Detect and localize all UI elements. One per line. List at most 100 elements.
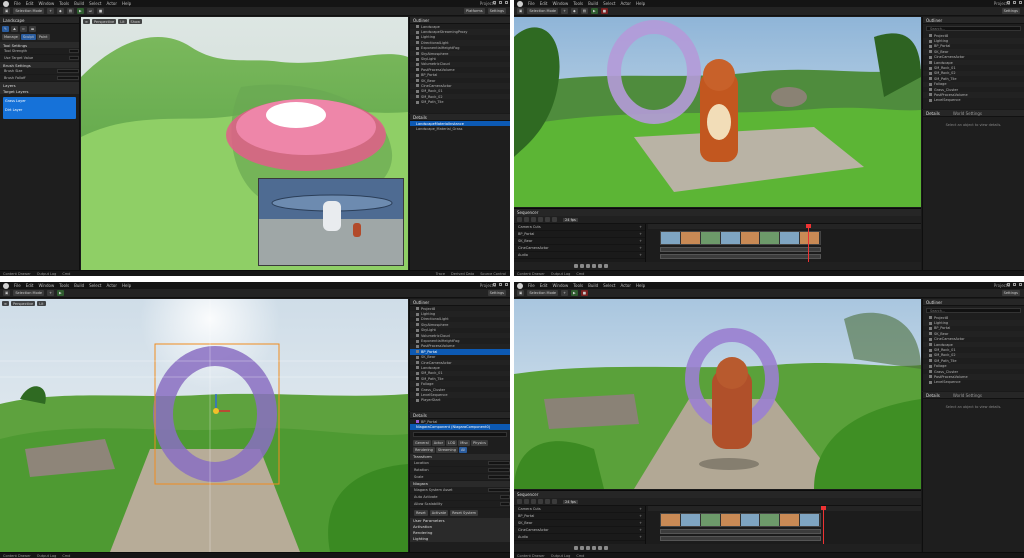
key-icon[interactable] (552, 217, 557, 222)
output-log-button[interactable]: Output Log (37, 272, 57, 276)
paint-layer-grass[interactable]: Grass Layer (5, 99, 74, 108)
tool-flatten-icon[interactable]: ▬ (28, 26, 37, 32)
play-button[interactable]: ▶ (591, 8, 598, 14)
value-field[interactable] (69, 55, 79, 61)
jump-end-icon[interactable] (598, 546, 602, 550)
jump-end-icon[interactable] (598, 264, 602, 268)
menu-window[interactable]: Window (38, 1, 54, 6)
step-back-icon[interactable] (580, 264, 584, 268)
track-row[interactable]: Audio + (514, 252, 645, 259)
cmd-input[interactable]: Cmd (576, 272, 584, 276)
tab-paint[interactable]: Paint (36, 34, 50, 40)
window-controls[interactable] (493, 1, 508, 4)
track-row[interactable]: CineCameraActor + (514, 527, 645, 534)
details-material-row[interactable]: Landscape_Material_Grass (410, 126, 510, 131)
filter-tab[interactable]: Physics (471, 439, 488, 446)
value-field[interactable] (488, 474, 510, 480)
step-forward-icon[interactable] (592, 264, 596, 268)
menu-tools[interactable]: Tools (573, 1, 583, 6)
filter-tab[interactable]: Rendering (413, 446, 435, 453)
play-icon[interactable] (586, 546, 590, 550)
tree-row[interactable]: PlayerStart (410, 398, 510, 403)
output-log-button[interactable]: Output Log (37, 554, 57, 558)
timeline[interactable] (648, 224, 921, 268)
track-row[interactable]: BP_Portal + (514, 231, 645, 238)
menu-file[interactable]: File (14, 1, 21, 6)
menu-help[interactable]: Help (636, 1, 645, 6)
level-viewport[interactable] (514, 17, 921, 207)
render-icon[interactable] (538, 217, 543, 222)
camera-cut-thumbnails[interactable] (660, 513, 821, 527)
save-icon[interactable] (517, 499, 522, 504)
tool-smooth-icon[interactable]: ≈ (19, 26, 27, 32)
menu-file[interactable]: File (528, 1, 535, 6)
sequencer-icon[interactable]: ▤ (66, 8, 75, 14)
add-track-icon[interactable] (524, 217, 529, 222)
menu-build[interactable]: Build (74, 1, 84, 6)
show-dropdown[interactable]: Show (128, 19, 142, 24)
menu-edit[interactable]: Edit (26, 283, 34, 288)
step-forward-icon[interactable] (592, 546, 596, 550)
save-icon[interactable]: ▣ (517, 290, 525, 296)
menu-edit[interactable]: Edit (26, 1, 34, 6)
sequencer-icon[interactable]: ▤ (580, 8, 589, 14)
save-icon[interactable]: ▣ (3, 290, 11, 296)
section-bar[interactable] (660, 254, 821, 259)
asset-picker[interactable] (488, 487, 510, 493)
menu-file[interactable]: File (14, 283, 21, 288)
timeline[interactable] (648, 506, 921, 550)
play-button[interactable]: ▶ (57, 290, 64, 296)
paint-layer-list[interactable]: Grass Layer Dirt Layer (3, 97, 76, 119)
menu-actor[interactable]: Actor (620, 1, 631, 6)
mode-dropdown[interactable]: Selection Mode (13, 8, 45, 14)
source-control-button[interactable]: Source Control (480, 272, 506, 276)
menu-select[interactable]: Select (89, 1, 101, 6)
blueprint-icon[interactable]: ◆ (57, 8, 64, 14)
snap-icon[interactable] (545, 499, 550, 504)
output-log-button[interactable]: Output Log (551, 554, 571, 558)
level-viewport[interactable]: ≡ Perspective Lit Show (81, 17, 408, 270)
save-icon[interactable]: ▣ (517, 8, 525, 14)
value-field[interactable] (488, 467, 510, 473)
menu-actor[interactable]: Actor (106, 283, 117, 288)
menu-help[interactable]: Help (122, 1, 131, 6)
platforms-button[interactable]: Platforms (464, 8, 485, 14)
tree-row[interactable]: LevelSequence (923, 98, 1024, 103)
playhead[interactable] (806, 224, 811, 262)
menu-window[interactable]: Window (552, 1, 568, 6)
play-icon[interactable] (586, 264, 590, 268)
track-row[interactable]: SK_Bear + (514, 520, 645, 527)
world-settings-tab[interactable]: World Settings (953, 393, 982, 398)
menu-file[interactable]: File (528, 283, 535, 288)
filter-tab[interactable]: Actor (431, 439, 446, 446)
save-icon[interactable]: ▣ (3, 8, 11, 14)
checkbox[interactable] (500, 494, 510, 500)
world-settings-tab[interactable]: World Settings (953, 111, 982, 116)
value-field[interactable] (488, 460, 510, 466)
add-track-icon[interactable] (524, 499, 529, 504)
menu-actor[interactable]: Actor (620, 283, 631, 288)
play-button[interactable]: ▶ (77, 8, 84, 14)
menu-tools[interactable]: Tools (59, 283, 69, 288)
level-viewport[interactable]: ≡ Perspective Lit (0, 299, 408, 552)
stop-icon[interactable]: ■ (580, 290, 589, 296)
cmd-input[interactable]: Cmd (62, 554, 70, 558)
add-actor-icon[interactable]: + (47, 8, 55, 14)
filter-tab[interactable]: General (413, 439, 431, 446)
menu-window[interactable]: Window (552, 283, 568, 288)
track-row[interactable]: BP_Portal + (514, 513, 645, 520)
add-actor-icon[interactable]: + (47, 290, 55, 296)
add-actor-icon[interactable]: + (561, 8, 569, 14)
playhead[interactable] (821, 506, 826, 544)
skip-icon[interactable]: ⏭ (86, 8, 94, 14)
jump-start-icon[interactable] (574, 546, 578, 550)
camera-cut-thumbnails[interactable] (660, 231, 821, 245)
reset-button[interactable]: Reset (414, 509, 428, 516)
menu-select[interactable]: Select (603, 283, 615, 288)
output-log-button[interactable]: Output Log (551, 272, 571, 276)
derived-data-button[interactable]: Derived Data (451, 272, 474, 276)
trace-button[interactable]: Trace (436, 272, 445, 276)
stop-icon[interactable]: ■ (96, 8, 105, 14)
filter-tab[interactable]: LOD (446, 439, 458, 446)
stop-icon[interactable]: ■ (600, 8, 609, 14)
